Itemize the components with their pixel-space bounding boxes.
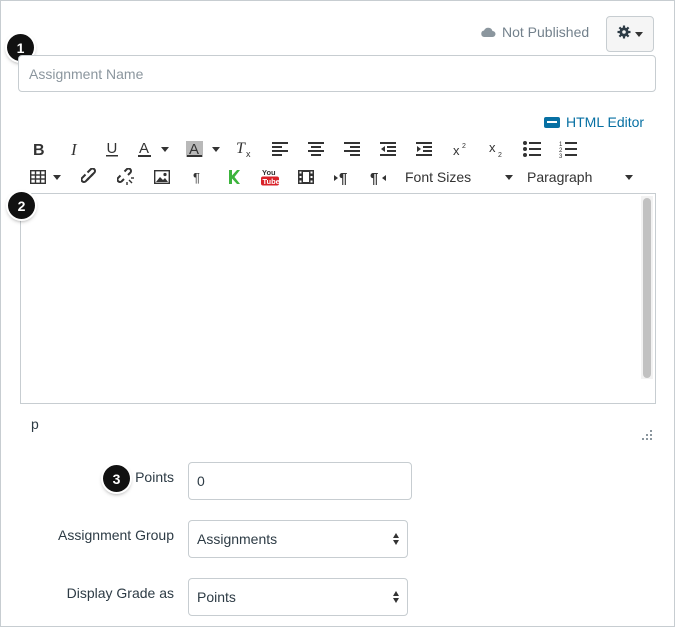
editor-scrollbar[interactable] xyxy=(641,196,653,379)
numbered-list-button[interactable]: 123 xyxy=(557,136,579,162)
chevron-down-icon xyxy=(635,31,643,37)
settings-menu-button[interactable] xyxy=(606,16,654,52)
display-grade-value: Points xyxy=(197,589,236,605)
svg-text:2: 2 xyxy=(462,143,466,150)
svg-text:x: x xyxy=(246,149,251,158)
bold-button[interactable]: B xyxy=(28,136,50,162)
svg-text:x: x xyxy=(489,140,496,155)
html-editor-toggle[interactable]: HTML Editor xyxy=(544,114,644,130)
ltr-button[interactable]: ¶ xyxy=(331,164,353,190)
rich-text-editor-body[interactable] xyxy=(20,193,656,404)
align-left-button[interactable] xyxy=(269,136,291,162)
svg-text:¶: ¶ xyxy=(339,170,347,185)
bullet-list-button[interactable] xyxy=(521,136,543,162)
svg-text:Tube: Tube xyxy=(263,177,280,186)
callout-badge-2: 2 xyxy=(8,192,35,219)
svg-text:You: You xyxy=(262,168,276,177)
indent-button[interactable] xyxy=(413,136,435,162)
chevron-down-icon xyxy=(212,146,220,152)
svg-text:x: x xyxy=(453,143,460,157)
publish-status-label: Not Published xyxy=(502,24,590,40)
underline-button[interactable]: U xyxy=(101,136,123,162)
assignment-group-label: Assignment Group xyxy=(58,527,174,543)
media-button[interactable] xyxy=(295,164,317,190)
assignment-name-input[interactable] xyxy=(18,55,656,92)
align-center-button[interactable] xyxy=(305,136,327,162)
svg-text:¶: ¶ xyxy=(193,170,200,184)
superscript-button[interactable]: x2 xyxy=(449,136,471,162)
svg-text:I: I xyxy=(70,141,78,157)
points-value: 0 xyxy=(197,473,205,489)
paragraph-format-dropdown[interactable]: Paragraph xyxy=(527,164,633,190)
display-grade-label: Display Grade as xyxy=(66,585,174,601)
editor-element-path[interactable]: p xyxy=(31,416,39,432)
html-editor-label: HTML Editor xyxy=(566,114,645,130)
unlink-button[interactable] xyxy=(115,164,137,190)
italic-button[interactable]: I xyxy=(64,136,86,162)
align-right-button[interactable] xyxy=(341,136,363,162)
svg-text:T: T xyxy=(236,140,246,157)
image-button[interactable] xyxy=(151,164,173,190)
outdent-button[interactable] xyxy=(377,136,399,162)
cloud-icon xyxy=(480,26,496,38)
link-button[interactable] xyxy=(79,164,101,190)
gear-icon xyxy=(617,25,631,44)
clear-formatting-button[interactable]: Tx xyxy=(233,136,255,162)
select-arrows-icon xyxy=(393,533,399,545)
points-input[interactable]: 0 xyxy=(188,462,412,500)
paragraph-mark-button[interactable]: ¶ xyxy=(187,164,209,190)
svg-text:3: 3 xyxy=(559,154,563,158)
subscript-button[interactable]: x2 xyxy=(485,136,507,162)
table-button[interactable] xyxy=(30,164,66,190)
font-sizes-label: Font Sizes xyxy=(405,169,472,185)
editor-scrollbar-thumb[interactable] xyxy=(643,198,651,378)
display-grade-select[interactable]: Points xyxy=(188,578,408,616)
rtl-button[interactable]: ¶ xyxy=(367,164,389,190)
assignment-group-value: Assignments xyxy=(197,531,278,547)
kaltura-button[interactable] xyxy=(223,164,245,190)
publish-status: Not Published xyxy=(480,24,589,40)
chevron-down-icon xyxy=(161,146,169,152)
assignment-group-select[interactable]: Assignments xyxy=(188,520,408,558)
background-color-button[interactable]: A xyxy=(186,136,224,162)
chevron-down-icon xyxy=(625,174,633,180)
font-sizes-dropdown[interactable]: Font Sizes xyxy=(405,164,513,190)
select-arrows-icon xyxy=(393,591,399,603)
points-label: Points xyxy=(135,469,174,485)
chevron-down-icon xyxy=(53,174,61,180)
svg-text:B: B xyxy=(33,142,45,157)
resize-grip-icon[interactable] xyxy=(642,427,652,440)
paragraph-label: Paragraph xyxy=(527,169,593,185)
youtube-button[interactable]: You Tube xyxy=(258,164,282,190)
svg-text:¶: ¶ xyxy=(370,170,378,185)
svg-text:2: 2 xyxy=(498,152,502,158)
chevron-down-icon xyxy=(505,174,513,180)
svg-text:A: A xyxy=(139,140,149,157)
text-color-button[interactable]: A xyxy=(137,136,175,162)
svg-text:U: U xyxy=(107,141,118,157)
keyboard-icon xyxy=(544,116,560,128)
